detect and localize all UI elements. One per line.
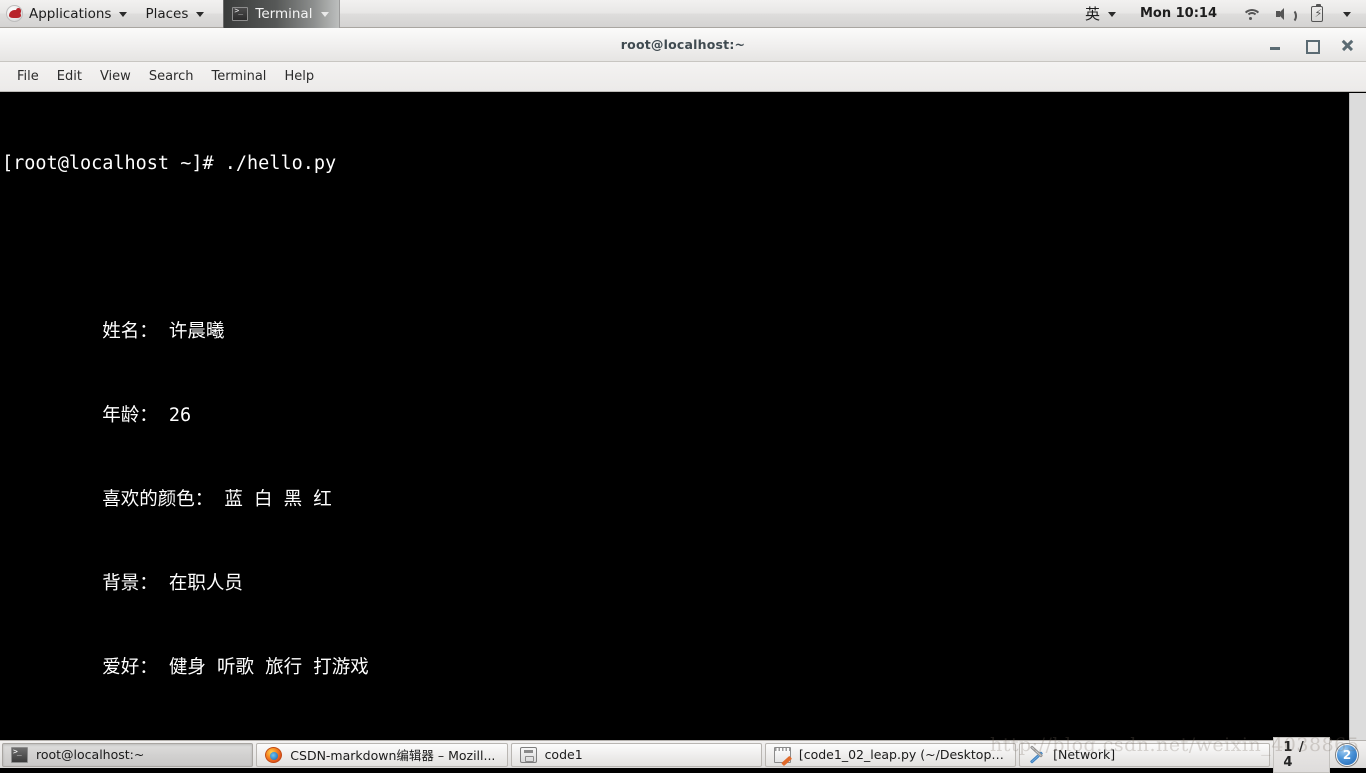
terminal-line: 爱好： 健身 听歌 旅行 打游戏 — [2, 657, 369, 678]
battery-indicator[interactable]: ⚡ — [1302, 0, 1332, 28]
terminal-icon — [232, 6, 249, 21]
top-panel: Applications Places Terminal 英 Mon 10:14… — [0, 0, 1366, 28]
terminal-line: 年龄： 26 — [2, 405, 192, 426]
volume-indicator[interactable] — [1268, 0, 1300, 28]
maximize-button[interactable] — [1302, 36, 1320, 54]
applications-menu[interactable]: Applications — [0, 0, 136, 28]
terminal-line: 姓名： 许晨曦 — [2, 321, 225, 342]
terminal-line: [root@localhost ~]# ./hello.py — [2, 153, 337, 174]
clock[interactable]: Mon 10:14 — [1125, 0, 1232, 28]
menu-file[interactable]: File — [8, 62, 48, 92]
redhat-logo-icon — [6, 5, 23, 22]
taskbar-item-label: root@localhost:~ — [36, 747, 145, 762]
menu-terminal[interactable]: Terminal — [202, 62, 275, 92]
wifi-icon — [1241, 6, 1262, 22]
menu-search[interactable]: Search — [140, 62, 203, 92]
clock-label: Mon 10:14 — [1139, 6, 1217, 21]
window-title: root@localhost:~ — [620, 37, 746, 52]
terminal-scrollbar[interactable] — [1349, 93, 1366, 740]
chevron-down-icon — [321, 12, 330, 17]
terminal-line: 背景： 在职人员 — [2, 573, 243, 594]
taskbar-item-label: code1 — [544, 747, 583, 762]
taskbar-item-firefox[interactable]: CSDN-markdown编辑器 – Mozill... — [256, 742, 508, 767]
text-editor-icon — [773, 746, 791, 763]
taskbar-item-label: [Network] — [1053, 747, 1116, 762]
taskbar-item-text-editor[interactable]: [code1_02_leap.py (~/Desktop/... — [764, 742, 1017, 767]
minimize-button[interactable] — [1266, 36, 1284, 54]
chevron-down-icon — [1343, 12, 1351, 17]
chevron-down-icon — [196, 12, 205, 17]
taskbar-item-network[interactable]: [Network] — [1019, 742, 1271, 767]
scrollbar-thumb[interactable] — [1351, 93, 1365, 713]
chevron-down-icon — [1107, 12, 1116, 17]
workspace-badge[interactable]: 2 — [1336, 743, 1359, 766]
archive-icon — [519, 746, 537, 763]
terminal-screen[interactable]: [root@localhost ~]# ./hello.py 姓名： 许晨曦 年… — [0, 93, 1349, 740]
applications-menu-label: Applications — [29, 5, 112, 22]
workspace-switcher[interactable]: 1 / 4 2 — [1273, 736, 1364, 773]
chevron-down-icon — [119, 12, 128, 17]
taskbar-item-code1[interactable]: code1 — [510, 742, 762, 767]
menu-help[interactable]: Help — [275, 62, 323, 92]
window-controls — [1266, 28, 1356, 62]
system-menu-toggle[interactable] — [1334, 0, 1358, 28]
menu-bar: File Edit View Search Terminal Help — [0, 62, 1366, 92]
terminal-window: root@localhost:~ File Edit View Search T… — [0, 28, 1366, 740]
terminal-line: 喜欢的颜色： 蓝 白 黑 红 — [2, 489, 332, 510]
network-indicator[interactable] — [1234, 0, 1266, 28]
taskbar-item-label: CSDN-markdown编辑器 – Mozill... — [290, 748, 496, 763]
taskbar-item-terminal[interactable]: root@localhost:~ — [2, 742, 254, 767]
window-menu-label: Terminal — [255, 5, 313, 22]
volume-icon — [1275, 6, 1297, 23]
taskbar-item-label: [code1_02_leap.py (~/Desktop/... — [798, 747, 1008, 762]
input-method-label: 英 — [1084, 5, 1100, 23]
network-tools-icon — [1028, 747, 1045, 763]
battery-icon: ⚡ — [1311, 3, 1323, 22]
terminal-icon — [11, 746, 28, 763]
close-button[interactable] — [1338, 36, 1356, 54]
menu-edit[interactable]: Edit — [48, 62, 91, 92]
firefox-icon — [265, 746, 283, 763]
window-titlebar[interactable]: root@localhost:~ — [0, 28, 1366, 62]
window-menu-terminal[interactable]: Terminal — [223, 0, 341, 28]
terminal-screen-area: [root@localhost ~]# ./hello.py 姓名： 许晨曦 年… — [0, 93, 1366, 740]
places-menu[interactable]: Places — [136, 0, 213, 28]
panel-tray: 英 Mon 10:14 ⚡ — [1078, 0, 1366, 28]
input-method-indicator[interactable]: 英 — [1078, 0, 1123, 28]
menu-view[interactable]: View — [91, 62, 140, 92]
taskbar: root@localhost:~ CSDN-markdown编辑器 – Mozi… — [0, 736, 1366, 773]
workspace-indicator[interactable]: 1 / 4 — [1273, 736, 1331, 773]
places-menu-label: Places — [145, 5, 189, 22]
